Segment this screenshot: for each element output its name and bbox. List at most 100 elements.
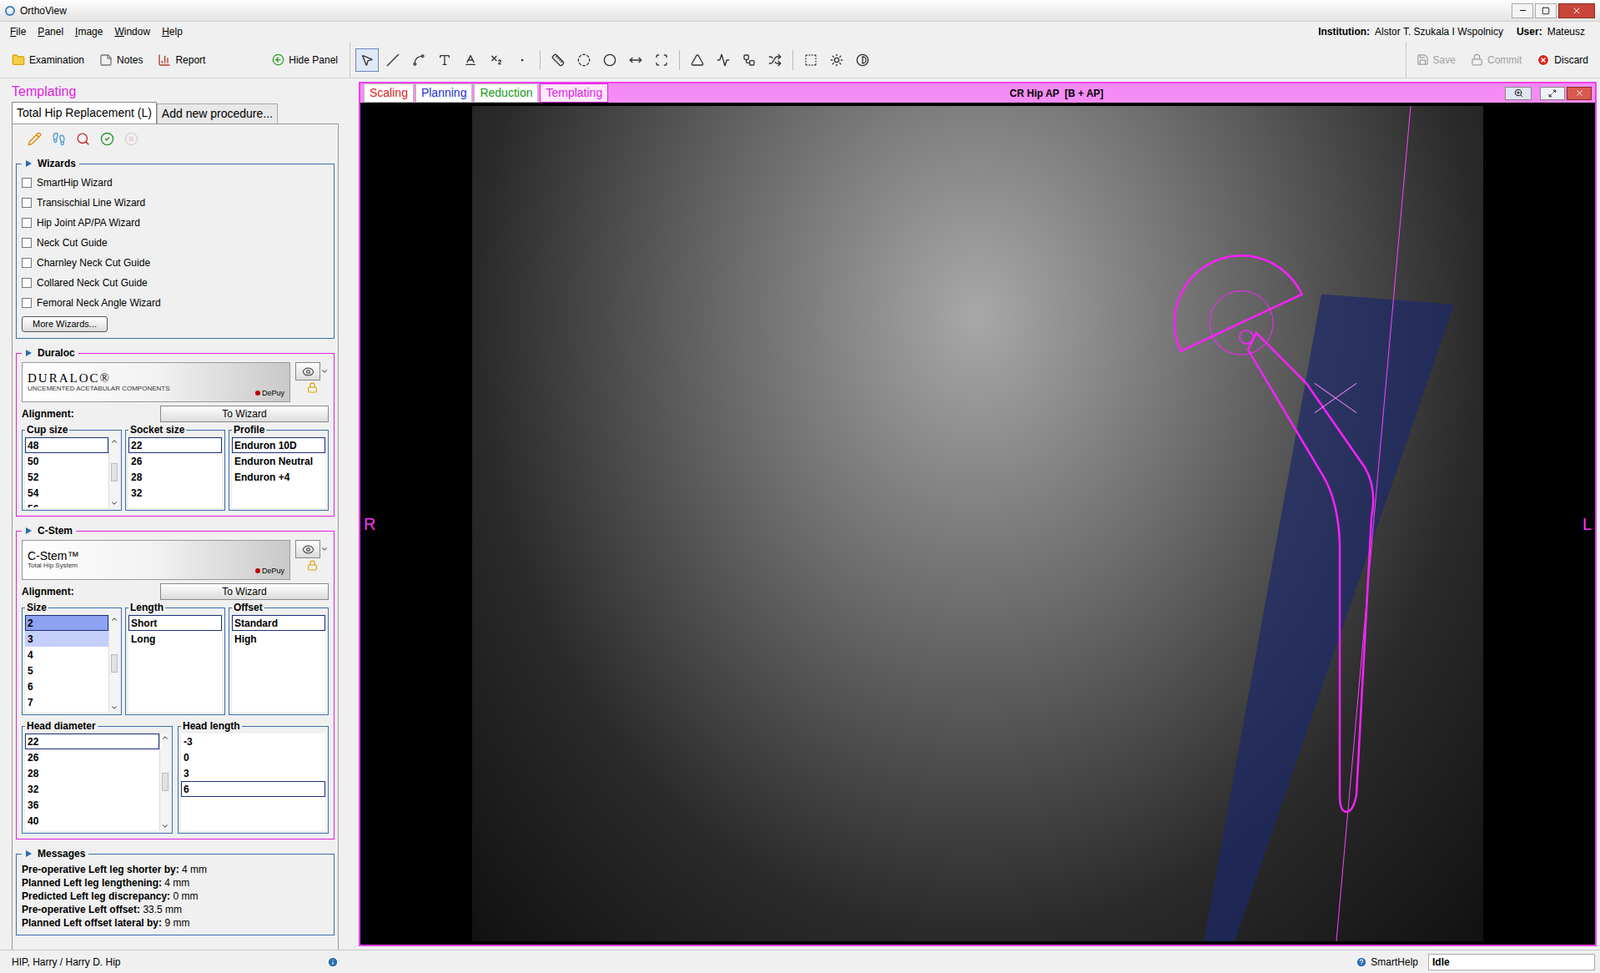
wizard-checkbox-row[interactable]: Transischial Line Wizard bbox=[21, 192, 329, 213]
scroll-thumb[interactable] bbox=[110, 654, 118, 673]
viewer-tab[interactable]: Templating bbox=[539, 83, 609, 103]
list-item[interactable]: 36 bbox=[25, 796, 160, 813]
list-item[interactable]: 3 bbox=[181, 764, 326, 781]
check-icon[interactable] bbox=[100, 131, 115, 146]
minimize-button[interactable] bbox=[1511, 3, 1534, 19]
to-wizard-button[interactable]: To Wizard bbox=[160, 583, 329, 600]
tool-button[interactable] bbox=[623, 48, 648, 72]
lock-icon[interactable] bbox=[306, 382, 318, 393]
tool-button[interactable] bbox=[598, 48, 622, 72]
tool-button[interactable] bbox=[484, 48, 509, 72]
tool-button[interactable] bbox=[649, 48, 674, 72]
tool-button[interactable] bbox=[711, 48, 735, 72]
dropdown-icon[interactable] bbox=[320, 367, 329, 376]
panel-toolbar-button[interactable]: Examination bbox=[11, 52, 85, 68]
list-item[interactable]: 32 bbox=[128, 484, 222, 501]
group-title[interactable]: Duraloc bbox=[21, 345, 79, 361]
expand-triangle-icon[interactable] bbox=[25, 526, 33, 535]
list-item[interactable]: 26 bbox=[25, 749, 160, 765]
expand-triangle-icon[interactable] bbox=[25, 348, 33, 358]
list-item[interactable]: 48 bbox=[25, 437, 109, 453]
list-item[interactable]: 22 bbox=[128, 437, 222, 453]
tool-button[interactable] bbox=[799, 48, 823, 72]
group-title[interactable]: Messages bbox=[21, 845, 89, 861]
viewer-tab[interactable]: Reduction bbox=[473, 83, 539, 103]
scrollbar[interactable] bbox=[159, 733, 170, 831]
group-title[interactable]: Wizards bbox=[21, 155, 80, 172]
more-wizards-button[interactable]: More Wizards... bbox=[21, 316, 108, 333]
zoom-button[interactable] bbox=[1504, 86, 1532, 101]
xray-image[interactable] bbox=[472, 105, 1484, 941]
tool-button[interactable] bbox=[432, 48, 457, 72]
list-item[interactable]: 2 bbox=[25, 614, 109, 631]
procedure-tab[interactable]: Total Hip Replacement (L) bbox=[11, 101, 157, 124]
action-button[interactable]: Save bbox=[1416, 52, 1456, 68]
menu-item[interactable]: Help bbox=[161, 24, 183, 40]
tool-button[interactable] bbox=[763, 48, 787, 72]
help-icon[interactable] bbox=[1355, 955, 1368, 968]
checkbox[interactable] bbox=[21, 197, 32, 208]
list-item[interactable]: Enduron +4 bbox=[231, 468, 326, 485]
list-item[interactable]: 0 bbox=[181, 749, 326, 765]
wizard-checkbox-row[interactable]: Hip Joint AP/PA Wizard bbox=[21, 212, 329, 233]
tool-button[interactable] bbox=[381, 48, 405, 72]
panel-toolbar-button[interactable]: Notes bbox=[99, 52, 143, 68]
checkbox[interactable] bbox=[21, 177, 32, 188]
list-item[interactable]: -3 bbox=[181, 733, 326, 750]
tool-button[interactable] bbox=[572, 48, 596, 72]
checkbox[interactable] bbox=[21, 277, 32, 288]
list-item[interactable]: Enduron 10D bbox=[231, 437, 326, 453]
scrollbar[interactable] bbox=[108, 614, 119, 712]
list-item[interactable]: 4 bbox=[25, 646, 109, 663]
info-icon[interactable] bbox=[327, 955, 339, 968]
tool-button[interactable] bbox=[685, 48, 710, 72]
tool-button[interactable] bbox=[825, 48, 849, 72]
tool-button[interactable] bbox=[355, 48, 379, 72]
scroll-down-icon[interactable] bbox=[110, 498, 119, 508]
pencil-icon[interactable] bbox=[27, 131, 42, 146]
scrollbar[interactable] bbox=[108, 437, 119, 508]
viewer-tab[interactable]: Scaling bbox=[363, 83, 414, 103]
checkbox[interactable] bbox=[21, 237, 32, 248]
viewer-close-button[interactable] bbox=[1566, 86, 1592, 101]
search-icon[interactable] bbox=[75, 131, 91, 146]
expand-triangle-icon[interactable] bbox=[25, 159, 33, 168]
list-item[interactable]: 7 bbox=[25, 694, 109, 710]
list-item[interactable]: Short bbox=[128, 614, 222, 631]
list-item[interactable]: 6 bbox=[25, 678, 109, 695]
list-item[interactable]: 52 bbox=[25, 468, 109, 485]
close-button[interactable] bbox=[1558, 3, 1595, 19]
list-item[interactable]: 22 bbox=[25, 733, 160, 750]
list-item[interactable]: 40 bbox=[25, 812, 160, 829]
list-item[interactable]: 28 bbox=[128, 468, 222, 485]
scroll-up-icon[interactable] bbox=[110, 437, 119, 446]
list-item[interactable]: 6 bbox=[181, 780, 326, 797]
list-item[interactable]: High bbox=[231, 630, 326, 647]
scroll-up-icon[interactable] bbox=[110, 614, 119, 624]
scroll-down-icon[interactable] bbox=[110, 703, 119, 712]
list-item[interactable]: 50 bbox=[25, 452, 109, 469]
list-item[interactable]: Long bbox=[128, 630, 222, 647]
wizard-checkbox-row[interactable]: Charnley Neck Cut Guide bbox=[21, 252, 329, 273]
list-item[interactable]: 3 bbox=[25, 630, 109, 647]
list-item[interactable]: 5 bbox=[25, 662, 109, 679]
checkbox[interactable] bbox=[21, 257, 32, 268]
list-item[interactable]: Enduron Neutral bbox=[231, 452, 326, 469]
tool-button[interactable] bbox=[458, 48, 483, 72]
menu-item[interactable]: Window bbox=[114, 24, 151, 40]
list-item[interactable]: 26 bbox=[128, 452, 222, 469]
wizard-checkbox-row[interactable]: Femoral Neck Angle Wizard bbox=[21, 292, 329, 313]
list-item[interactable]: 28 bbox=[25, 764, 160, 781]
to-wizard-button[interactable]: To Wizard bbox=[160, 405, 329, 423]
preview-button[interactable] bbox=[295, 539, 321, 559]
tool-button[interactable] bbox=[407, 48, 431, 72]
menu-item[interactable]: Panel bbox=[37, 24, 64, 40]
checkbox[interactable] bbox=[21, 217, 32, 228]
action-button[interactable]: Discard bbox=[1536, 52, 1589, 68]
expand-triangle-icon[interactable] bbox=[25, 849, 33, 858]
action-button[interactable]: Commit bbox=[1470, 52, 1522, 68]
hide-panel-button[interactable]: Hide Panel bbox=[271, 52, 338, 68]
group-title[interactable]: C-Stem bbox=[21, 523, 76, 539]
scroll-down-icon[interactable] bbox=[161, 821, 170, 831]
tool-button[interactable] bbox=[850, 48, 875, 72]
